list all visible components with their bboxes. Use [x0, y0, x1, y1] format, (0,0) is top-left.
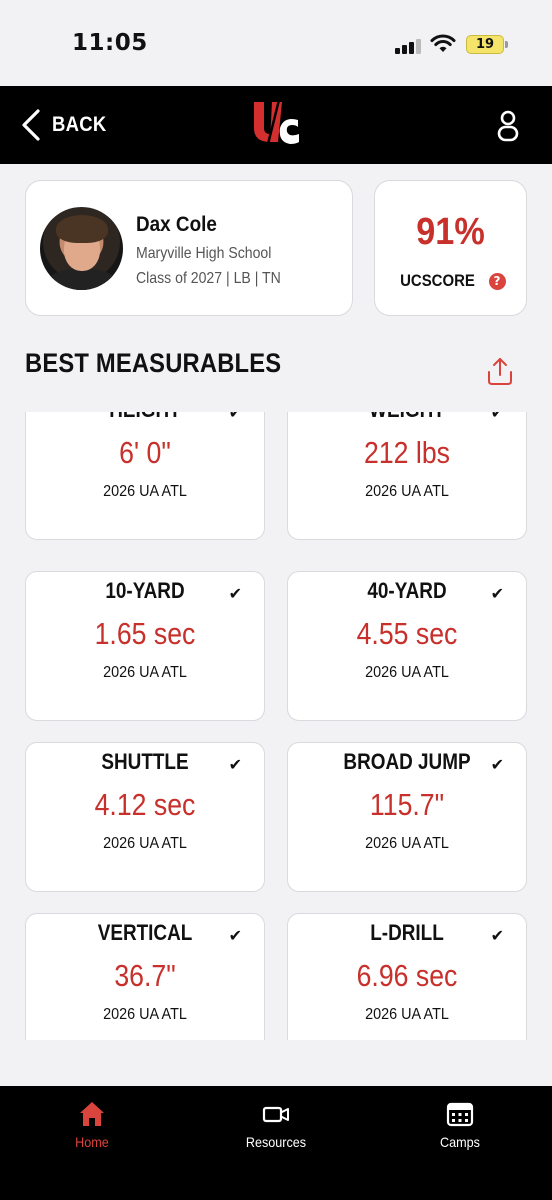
player-name: Dax Cole	[136, 213, 217, 236]
measurable-value: 212 lbs	[364, 435, 450, 470]
measurable-card-40-yard[interactable]: 40-YARD ✔ 4.55 sec 2026 UA ATL	[287, 571, 527, 721]
measurable-value: 36.7"	[114, 958, 176, 993]
measurable-value: 115.7"	[369, 787, 445, 822]
status-time: 11:05	[72, 30, 148, 56]
app-header: BACK	[0, 86, 552, 164]
check-icon: ✔	[490, 412, 504, 422]
player-profile-card[interactable]: Dax Cole Maryville High School Class of …	[25, 180, 353, 316]
measurable-label: 10-YARD	[105, 578, 185, 603]
section-title: BEST MEASURABLES	[25, 348, 282, 378]
ucscore-label-row: UCSCORE ?	[375, 271, 526, 291]
measurable-value: 6.96 sec	[356, 958, 458, 993]
calendar-icon	[446, 1102, 474, 1127]
measurable-event: 2026 UA ATL	[103, 1006, 187, 1023]
measurable-card-shuttle[interactable]: SHUTTLE ✔ 4.12 sec 2026 UA ATL	[25, 742, 265, 892]
measurables-grid[interactable]: HEIGHT ✔ 6' 0" 2026 UA ATL WEIGHT ✔ 212 …	[0, 412, 552, 1040]
check-icon: ✔	[228, 926, 242, 945]
battery-level: 19	[475, 37, 495, 52]
check-icon: ✔	[490, 926, 504, 945]
measurable-label: HEIGHT	[43, 412, 248, 423]
measurable-label: WEIGHT	[305, 412, 510, 423]
player-class-info: Class of 2027 | LB | TN	[136, 270, 281, 287]
help-icon[interactable]: ?	[488, 272, 506, 290]
check-icon: ✔	[490, 755, 504, 774]
ucscore-card: 91% UCSCORE ?	[374, 180, 527, 316]
signal-icon	[395, 38, 423, 54]
measurable-card-l-drill[interactable]: L-DRILL ✔ 6.96 sec 2026 UA ATL	[287, 913, 527, 1040]
check-icon: ✔	[228, 755, 242, 774]
measurable-value: 4.12 sec	[94, 787, 196, 822]
measurable-card-broad-jump[interactable]: BROAD JUMP ✔ 115.7" 2026 UA ATL	[287, 742, 527, 892]
measurable-card-height[interactable]: HEIGHT ✔ 6' 0" 2026 UA ATL	[25, 412, 265, 540]
measurable-event: 2026 UA ATL	[103, 483, 187, 500]
wifi-icon	[430, 34, 456, 52]
check-icon: ✔	[228, 412, 242, 422]
home-icon	[80, 1102, 104, 1126]
measurable-event: 2026 UA ATL	[103, 835, 187, 852]
player-avatar	[40, 207, 123, 290]
tab-home[interactable]: Home	[0, 1086, 184, 1166]
tab-resources[interactable]: Resources	[184, 1086, 368, 1166]
measurable-event: 2026 UA ATL	[365, 483, 449, 500]
bottom-tab-bar: Home Resources Camps	[0, 1086, 552, 1200]
measurable-value: 1.65 sec	[94, 616, 196, 651]
measurable-label: VERTICAL	[97, 920, 193, 945]
status-bar: 11:05 19	[0, 0, 552, 86]
ucscore-value: 91%	[416, 211, 485, 253]
back-label: BACK	[52, 113, 107, 136]
check-icon: ✔	[490, 584, 504, 603]
user-icon[interactable]	[496, 110, 520, 142]
measurable-label: 40-YARD	[367, 578, 447, 603]
video-icon	[262, 1106, 289, 1123]
measurable-value: 4.55 sec	[356, 616, 458, 651]
measurable-label: SHUTTLE	[101, 749, 189, 774]
measurable-card-vertical[interactable]: VERTICAL ✔ 36.7" 2026 UA ATL	[25, 913, 265, 1040]
tab-label: Home	[75, 1134, 109, 1150]
tab-camps[interactable]: Camps	[368, 1086, 552, 1166]
tab-label: Resources	[245, 1134, 307, 1150]
ucscore-label: UCSCORE	[400, 271, 476, 290]
battery-icon: 19	[466, 35, 504, 54]
measurable-label: L-DRILL	[370, 920, 444, 945]
measurable-label: BROAD JUMP	[343, 749, 471, 774]
tab-label: Camps	[440, 1134, 480, 1150]
battery-cap	[505, 41, 508, 48]
measurable-value: 6' 0"	[119, 435, 171, 470]
uc-logo	[254, 99, 299, 149]
measurable-event: 2026 UA ATL	[103, 664, 187, 681]
measurable-card-weight[interactable]: WEIGHT ✔ 212 lbs 2026 UA ATL	[287, 412, 527, 540]
share-icon[interactable]	[486, 356, 514, 386]
check-icon: ✔	[228, 584, 242, 603]
measurable-card-10-yard[interactable]: 10-YARD ✔ 1.65 sec 2026 UA ATL	[25, 571, 265, 721]
measurable-event: 2026 UA ATL	[365, 1006, 449, 1023]
measurable-event: 2026 UA ATL	[365, 835, 449, 852]
back-button[interactable]: BACK	[20, 108, 114, 142]
player-school: Maryville High School	[136, 245, 272, 262]
chevron-left-icon	[22, 109, 40, 141]
measurable-event: 2026 UA ATL	[365, 664, 449, 681]
